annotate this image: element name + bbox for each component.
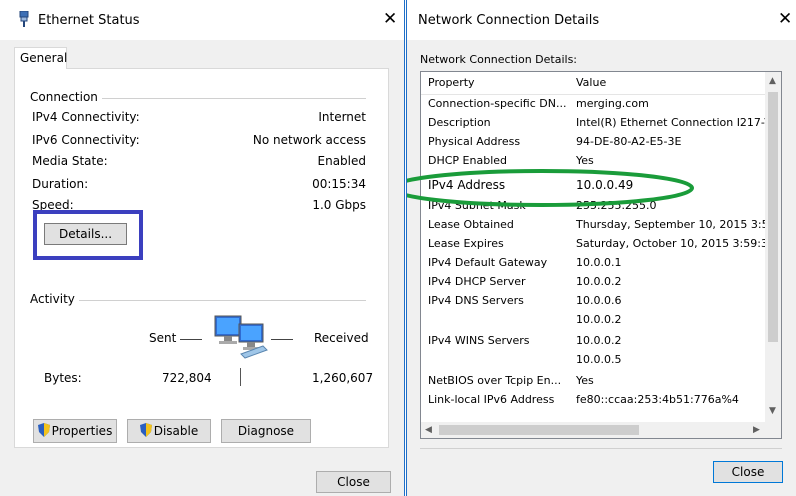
row-value: 00:15:34 xyxy=(312,177,366,191)
value-cell: Intel(R) Ethernet Connection I217-V xyxy=(576,116,772,129)
shield-icon xyxy=(37,423,50,437)
value-cell: Saturday, October 10, 2015 3:59:33 A xyxy=(576,237,782,250)
media-state-row: Media State: Enabled xyxy=(32,154,366,174)
value-cell: Yes xyxy=(576,374,594,387)
value-cell: 10.0.0.1 xyxy=(576,256,622,269)
received-label: Received xyxy=(314,331,369,345)
ethernet-status-window: Ethernet Status ✕ General Connection IPv… xyxy=(0,0,405,496)
duration-row: Duration: 00:15:34 xyxy=(32,177,366,197)
row-value: Internet xyxy=(318,110,366,124)
scroll-down-icon[interactable]: ▼ xyxy=(769,406,776,416)
vertical-scroll-thumb[interactable] xyxy=(768,92,778,342)
list-item[interactable]: IPv4 DHCP Server 10.0.0.2 xyxy=(421,275,767,294)
value-cell: 10.0.0.2 xyxy=(576,313,622,326)
vertical-scrollbar[interactable]: ▲ ▼ xyxy=(765,72,781,422)
close-icon[interactable]: ✕ xyxy=(383,9,397,29)
connection-group-title: Connection xyxy=(30,90,102,104)
diagnose-button[interactable]: Diagnose xyxy=(221,419,311,443)
network-computers-icon xyxy=(214,315,268,359)
property-cell: Description xyxy=(428,116,491,129)
row-label: Duration: xyxy=(32,177,89,191)
title-bar: Network Connection Details ✕ xyxy=(407,0,796,40)
list-item[interactable]: 10.0.0.5 xyxy=(421,353,767,372)
list-item[interactable]: Physical Address 94-DE-80-A2-E5-3E xyxy=(421,135,767,154)
property-cell: Link-local IPv6 Address xyxy=(428,393,555,406)
network-adapter-icon xyxy=(19,11,29,27)
ipv6-connectivity-row: IPv6 Connectivity: No network access xyxy=(32,133,366,153)
close-button[interactable]: Close xyxy=(713,461,783,483)
list-item[interactable]: IPv4 DNS Servers 10.0.0.6 xyxy=(421,294,767,313)
scrollbar-corner xyxy=(765,422,781,438)
details-button[interactable]: Details... xyxy=(44,223,127,245)
network-connection-details-window: Network Connection Details ✕ Network Con… xyxy=(406,0,796,496)
row-label: IPv6 Connectivity: xyxy=(32,133,140,147)
value-cell: Thursday, September 10, 2015 3:59:3 xyxy=(576,218,782,231)
property-cell: IPv4 DHCP Server xyxy=(428,275,526,288)
disable-label: Disable xyxy=(153,424,199,438)
row-value: No network access xyxy=(252,133,366,147)
details-list[interactable]: Property Value Connection-specific DN...… xyxy=(420,71,782,439)
property-cell: Lease Obtained xyxy=(428,218,514,231)
value-cell: 10.0.0.2 xyxy=(576,334,622,347)
value-cell: 10.0.0.5 xyxy=(576,353,622,366)
value-cell: 10.0.0.2 xyxy=(576,275,622,288)
ipv4-connectivity-row: IPv4 Connectivity: Internet xyxy=(32,110,366,130)
list-item[interactable]: Lease Expires Saturday, October 10, 2015 … xyxy=(421,237,781,256)
value-cell: 94-DE-80-A2-E5-3E xyxy=(576,135,682,148)
row-label: IPv4 Connectivity: xyxy=(32,110,140,124)
property-cell: IPv4 Default Gateway xyxy=(428,256,548,269)
activity-group-title: Activity xyxy=(30,292,79,306)
disable-button[interactable]: Disable xyxy=(127,419,211,443)
bytes-divider xyxy=(240,368,241,386)
window-title: Network Connection Details xyxy=(418,13,600,28)
value-cell: 10.0.0.6 xyxy=(576,294,622,307)
value-cell: fe80::ccaa:253:4b51:776a%4 xyxy=(576,393,739,406)
scroll-right-icon[interactable]: ▶ xyxy=(753,425,760,435)
scroll-left-icon[interactable]: ◀ xyxy=(425,425,432,435)
list-item[interactable]: Connection-specific DN... merging.com xyxy=(421,97,767,116)
ipv4-highlight-ellipse xyxy=(407,169,694,207)
close-button[interactable]: Close xyxy=(316,471,391,493)
property-cell: Connection-specific DN... xyxy=(428,97,567,110)
sent-line xyxy=(180,339,202,340)
footer-divider xyxy=(420,448,782,449)
close-icon[interactable]: ✕ xyxy=(778,9,792,29)
property-cell: IPv4 DNS Servers xyxy=(428,294,524,307)
column-header-value[interactable]: Value xyxy=(576,76,606,89)
property-cell: IPv4 WINS Servers xyxy=(428,334,530,347)
horizontal-scrollbar[interactable]: ◀ ▶ xyxy=(421,422,767,438)
scroll-up-icon[interactable]: ▲ xyxy=(769,76,776,86)
horizontal-scroll-thumb[interactable] xyxy=(439,425,639,435)
shield-icon xyxy=(139,423,152,437)
bytes-label: Bytes: xyxy=(44,371,82,385)
list-item[interactable]: 10.0.0.2 xyxy=(421,313,767,332)
list-item[interactable]: Lease Obtained Thursday, September 10, 20… xyxy=(421,218,781,237)
received-line xyxy=(271,339,293,340)
property-cell: NetBIOS over Tcpip En... xyxy=(428,374,562,387)
row-value: Enabled xyxy=(317,154,367,168)
bytes-sent-value: 722,804 xyxy=(162,371,212,385)
bytes-received-value: 1,260,607 xyxy=(312,371,374,385)
sent-label: Sent xyxy=(149,331,177,345)
properties-label: Properties xyxy=(51,424,113,438)
property-cell: Lease Expires xyxy=(428,237,504,250)
list-item[interactable]: Description Intel(R) Ethernet Connection … xyxy=(421,116,772,135)
value-cell: merging.com xyxy=(576,97,649,110)
property-cell: Physical Address xyxy=(428,135,521,148)
title-bar: Ethernet Status ✕ xyxy=(0,0,404,40)
row-value: 1.0 Gbps xyxy=(312,198,366,212)
details-label: Network Connection Details: xyxy=(420,53,578,66)
tab-general[interactable]: General xyxy=(14,47,67,69)
list-header: Property Value xyxy=(421,72,767,95)
connection-divider xyxy=(94,98,366,99)
window-title: Ethernet Status xyxy=(38,13,140,28)
list-item[interactable]: NetBIOS over Tcpip En... Yes xyxy=(421,374,767,393)
list-item[interactable]: IPv4 Default Gateway 10.0.0.1 xyxy=(421,256,767,275)
properties-button[interactable]: Properties xyxy=(33,419,117,443)
list-item[interactable]: IPv4 WINS Servers 10.0.0.2 xyxy=(421,334,767,353)
activity-divider xyxy=(78,300,366,301)
list-item[interactable]: Link-local IPv6 Address fe80::ccaa:253:4b… xyxy=(421,393,767,412)
column-header-property[interactable]: Property xyxy=(428,76,475,89)
row-label: Media State: xyxy=(32,154,108,168)
